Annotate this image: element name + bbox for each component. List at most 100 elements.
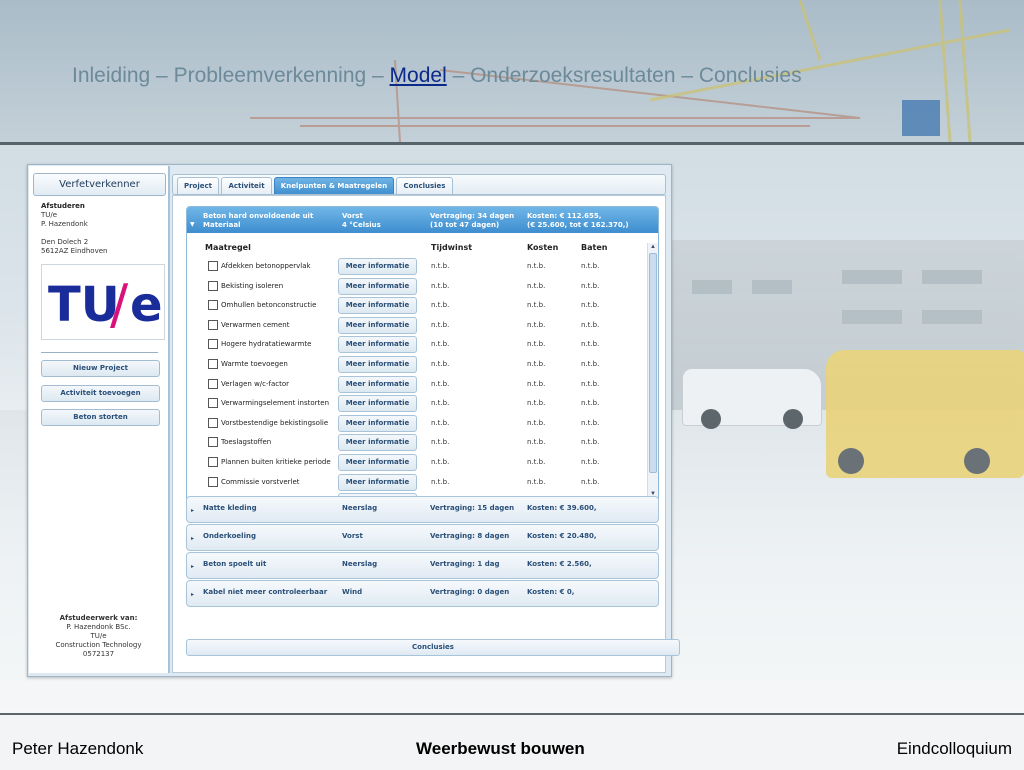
- collapsed-panel[interactable]: ▸ Beton spoelt uit Neerslag Vertraging: 1 d…: [186, 552, 659, 579]
- panel-title: Beton spoelt uit: [203, 560, 267, 568]
- conclusies-button[interactable]: Conclusies: [186, 639, 680, 656]
- footer-title: Weerbewust bouwen: [416, 739, 585, 758]
- measure-row: Verwarmingselement instorten Meer informa…: [187, 394, 643, 413]
- measure-baten: n.t.b.: [581, 458, 600, 466]
- sidebar-line: Den Dolech 2: [41, 238, 89, 246]
- measure-checkbox[interactable]: [208, 437, 218, 448]
- collapsed-panel[interactable]: ▸ Natte kleding Neerslag Vertraging: 15 dag…: [186, 496, 659, 523]
- more-info-button[interactable]: Meer informatie: [338, 258, 417, 275]
- panel-subtitle: Materiaal: [203, 221, 241, 229]
- measure-checkbox[interactable]: [208, 261, 218, 271]
- tab-conclusies[interactable]: Conclusies: [396, 177, 453, 194]
- more-info-button[interactable]: Meer informatie: [338, 356, 417, 373]
- column-header-kosten: Kosten: [527, 243, 559, 252]
- measure-kosten: n.t.b.: [527, 418, 546, 427]
- measure-kosten: n.t.b.: [527, 399, 546, 408]
- measure-baten: n.t.b.: [581, 301, 600, 310]
- nav-before: Inleiding – Probleemverkenning –: [72, 64, 390, 87]
- more-info-button[interactable]: Meer informatie: [338, 277, 417, 295]
- measure-baten: n.t.b.: [581, 418, 600, 427]
- measure-kosten: n.t.b.: [527, 340, 546, 349]
- measure-kosten: n.t.b.: [527, 458, 546, 466]
- measure-baten: n.t.b.: [581, 399, 600, 408]
- panel-cause: Neerslag: [342, 504, 378, 512]
- panel-delay: Vertraging: 8 dagen: [430, 532, 510, 540]
- measure-baten: n.t.b.: [581, 320, 600, 329]
- measure-row: Verwarmen cement Meer informatie n.t.b. n.t…: [187, 316, 643, 335]
- chevron-right-icon: ▸: [191, 535, 195, 542]
- panel-delay: Vertraging: 1 dag: [430, 560, 500, 568]
- footer-event: Eindcolloquium: [896, 739, 1012, 758]
- more-info-button[interactable]: Meer informatie: [338, 434, 417, 452]
- scroll-thumb[interactable]: [649, 253, 657, 473]
- chevron-right-icon: ▸: [191, 591, 195, 598]
- chevron-down-icon: ▼: [190, 221, 195, 228]
- measure-checkbox[interactable]: [208, 359, 218, 369]
- measure-checkbox[interactable]: [208, 378, 218, 389]
- measure-tijdwinst: n.t.b.: [431, 379, 450, 388]
- measure-tijdwinst: n.t.b.: [431, 438, 450, 447]
- measure-row: Hogere hydratatiewarmte Meer informatie n.…: [187, 335, 643, 354]
- measure-name: Bekisting isoleren: [221, 281, 284, 290]
- measure-row: Vorstbestendige bekistingsolie Meer infor…: [187, 414, 643, 433]
- tue-logo: TU / e: [41, 264, 165, 340]
- panel-delay: Vertraging: 0 dagen: [430, 588, 510, 596]
- measure-kosten: n.t.b.: [527, 301, 546, 310]
- panel-title: Kabel niet meer controleerbaar: [203, 588, 328, 596]
- add-activity-button[interactable]: Activiteit toevoegen: [41, 385, 160, 402]
- panel-cost-range: (€ 25.600, tot € 162.370,): [527, 221, 629, 229]
- measure-tijdwinst: n.t.b.: [431, 399, 450, 408]
- measure-kosten: n.t.b.: [527, 281, 546, 290]
- panel-beton-hard: ▼ Beton hard onvoldoende uit Materiaal V…: [186, 206, 659, 502]
- nav-after: – Onderzoeksresultaten – Conclusies: [446, 64, 802, 87]
- panel-title: Natte kleding: [203, 504, 257, 512]
- measure-checkbox[interactable]: [208, 319, 218, 330]
- measure-checkbox[interactable]: [208, 417, 218, 428]
- panel-temperature: 4 °Celsius: [342, 221, 381, 229]
- scrollbar[interactable]: ▲ ▼: [647, 243, 658, 499]
- logo-slash: /: [110, 273, 129, 336]
- sidebar-footer-line: P. Hazendonk BSc.: [66, 623, 131, 631]
- pour-concrete-button[interactable]: Beton storten: [41, 409, 160, 426]
- tab-project[interactable]: Project: [177, 177, 219, 194]
- tab-activiteit[interactable]: Activiteit: [221, 177, 272, 194]
- measure-tijdwinst: n.t.b.: [431, 320, 450, 329]
- panel-cause: Neerslag: [342, 560, 378, 568]
- measure-tijdwinst: n.t.b.: [431, 340, 450, 349]
- tab-knelpunten-maatregelen[interactable]: Knelpunten & Maatregelen: [274, 177, 394, 194]
- more-info-button[interactable]: Meer informatie: [338, 316, 417, 334]
- logo-e: e: [130, 277, 163, 333]
- white-van: [682, 368, 822, 429]
- measure-checkbox[interactable]: [208, 398, 218, 409]
- measure-kosten: n.t.b.: [527, 438, 546, 447]
- measure-row: Omhullen betonconstructie Meer informatie…: [187, 296, 643, 315]
- more-info-button[interactable]: Meer informatie: [338, 414, 417, 432]
- panel-cause: Wind: [342, 588, 363, 596]
- more-info-button[interactable]: Meer informatie: [338, 297, 417, 315]
- scroll-up-icon[interactable]: ▲: [648, 243, 658, 252]
- measure-kosten: n.t.b.: [527, 477, 546, 486]
- measure-name: Warmte toevoegen: [221, 360, 288, 368]
- more-info-button[interactable]: Meer informatie: [338, 454, 417, 471]
- collapsed-panel[interactable]: ▸ Onderkoeling Vorst Vertraging: 8 dagen Kos…: [186, 524, 659, 551]
- collapsed-panel[interactable]: ▸ Kabel niet meer controleerbaar Wind Vertr…: [186, 580, 659, 607]
- more-info-button[interactable]: Meer informatie: [338, 375, 417, 393]
- column-header-baten: Baten: [581, 243, 608, 252]
- measure-checkbox[interactable]: [208, 300, 218, 311]
- measure-kosten: n.t.b.: [527, 360, 546, 368]
- measure-tijdwinst: n.t.b.: [431, 418, 450, 427]
- panel-title: Beton hard onvoldoende uit: [203, 212, 314, 220]
- measure-checkbox[interactable]: [208, 339, 218, 350]
- panel-header[interactable]: ▼ Beton hard onvoldoende uit Materiaal V…: [187, 207, 658, 233]
- new-project-button[interactable]: Nieuw Project: [41, 360, 160, 377]
- column-header-maatregel: Maatregel: [205, 243, 251, 252]
- more-info-button[interactable]: Meer informatie: [338, 395, 417, 413]
- measure-checkbox[interactable]: [208, 476, 218, 487]
- measure-checkbox[interactable]: [208, 280, 218, 291]
- measure-checkbox[interactable]: [208, 457, 218, 467]
- more-info-button[interactable]: Meer informatie: [338, 336, 417, 354]
- sidebar-line: TU/e: [41, 211, 58, 219]
- measure-baten: n.t.b.: [581, 281, 600, 290]
- measure-kosten: n.t.b.: [527, 262, 546, 270]
- more-info-button[interactable]: Meer informatie: [338, 473, 417, 491]
